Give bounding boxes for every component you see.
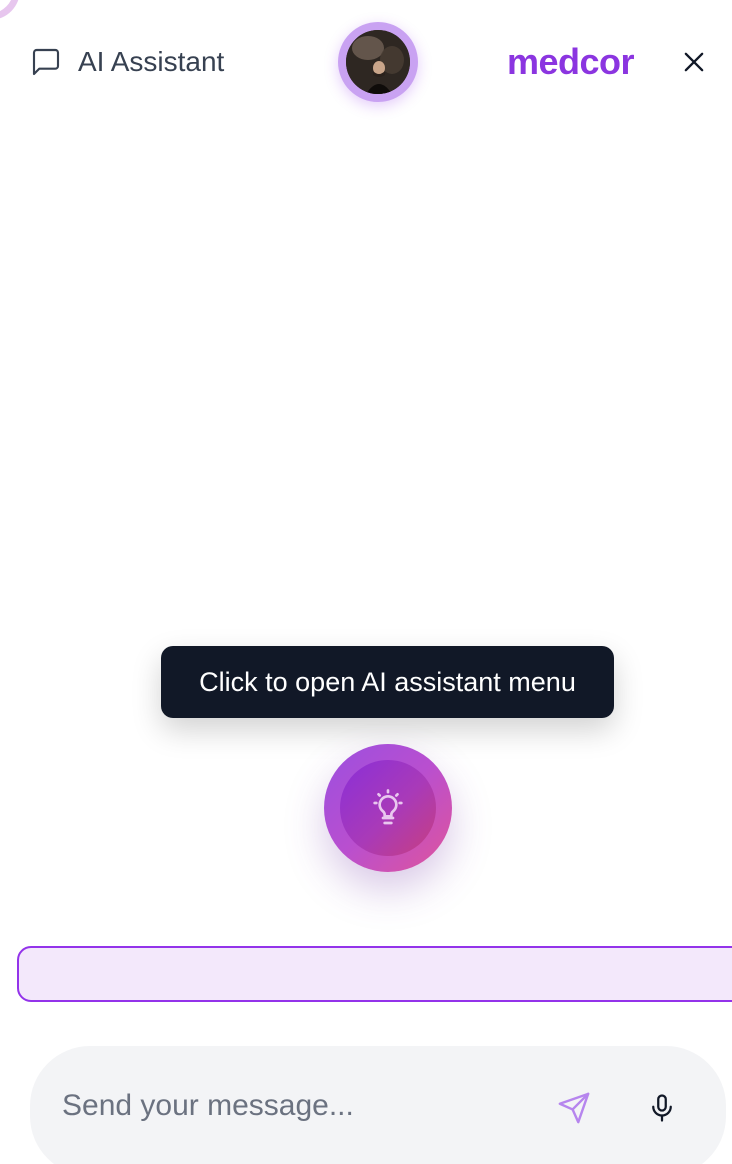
ai-menu-button[interactable] [324,744,452,872]
avatar-image [346,30,410,94]
lightbulb-icon [373,789,403,825]
chat-widget: AI Assistant medcor Click to open AI ass… [0,0,732,1164]
chat-bubble-icon [30,46,62,78]
microphone-icon [652,1094,672,1122]
suggestion-bar[interactable] [17,946,732,1002]
header-title: AI Assistant [78,46,225,77]
avatar[interactable] [338,22,418,102]
header: AI Assistant medcor [0,0,732,124]
ai-menu-button-inner [340,760,436,856]
brand-logo: medcor [507,41,635,82]
send-button[interactable] [554,1088,594,1128]
close-icon [684,52,704,72]
tooltip: Click to open AI assistant menu [161,646,614,718]
message-input[interactable] [62,1084,542,1128]
tooltip-text: Click to open AI assistant menu [199,666,576,697]
send-icon [558,1092,590,1124]
microphone-button[interactable] [642,1088,682,1128]
message-composer [30,1046,726,1164]
close-button[interactable] [676,44,712,80]
